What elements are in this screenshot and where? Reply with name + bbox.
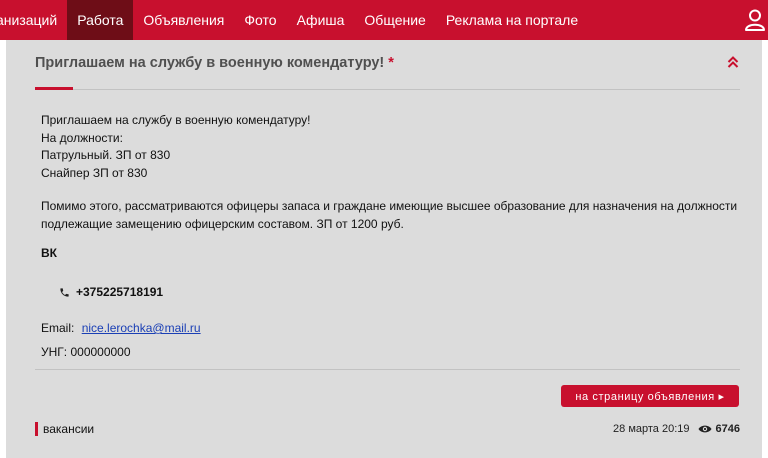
- body-line: Снайпер ЗП от 830: [41, 165, 148, 180]
- page-title: Приглашаем на службу в военную комендату…: [35, 55, 394, 71]
- email-label: Email:: [41, 321, 75, 335]
- post-date: 28 марта 20:19: [613, 423, 690, 435]
- post-meta: 28 марта 20:19 6746: [613, 423, 740, 435]
- body-line: Приглашаем на службу в военную комендату…: [41, 113, 311, 127]
- body-line: На должности:: [41, 130, 123, 145]
- unp-row: УНГ: 000000000: [41, 344, 746, 362]
- title-accent-bar: [35, 87, 73, 90]
- email-link[interactable]: nice.lerochka@mail.ru: [82, 321, 201, 335]
- announcement-card: Приглашаем на службу в военную комендату…: [6, 40, 762, 458]
- footer-divider: [35, 369, 740, 370]
- phone-number[interactable]: +375225718191: [76, 284, 163, 302]
- body-line: Помимо этого, рассматриваются офицеры за…: [41, 199, 738, 213]
- body-line: Патрульный. ЗП от 830: [41, 148, 171, 162]
- phone-icon: [60, 288, 69, 297]
- nav-item-organizations[interactable]: анизаций: [0, 0, 67, 40]
- go-to-announcement-button[interactable]: на страницу объявления ▸: [561, 385, 739, 407]
- nav-item-work[interactable]: Работа: [67, 0, 134, 40]
- views-counter: 6746: [698, 423, 740, 435]
- category-tag[interactable]: вакансии: [35, 422, 94, 436]
- user-icon[interactable]: [744, 8, 766, 32]
- email-row: Email: nice.lerochka@mail.ru: [41, 320, 746, 338]
- body-line: подлежащие замещению офицерским составом…: [41, 216, 404, 231]
- top-nav: анизаций Работа Объявления Фото Афиша Об…: [0, 0, 768, 40]
- announcement-body: Приглашаем на службу в военную комендату…: [41, 112, 746, 361]
- nav-item-advertising[interactable]: Реклама на портале: [436, 0, 588, 40]
- unp-label: УНГ:: [41, 344, 68, 359]
- required-mark: *: [388, 55, 394, 71]
- nav-item-events[interactable]: Афиша: [287, 0, 355, 40]
- title-divider: [35, 89, 740, 90]
- views-count: 6746: [715, 423, 740, 435]
- title-text: Приглашаем на службу в военную комендату…: [35, 55, 385, 71]
- unp-value: 000000000: [70, 344, 131, 359]
- chevron-up-double-icon[interactable]: [727, 55, 739, 69]
- eye-icon: [698, 425, 712, 433]
- nav-item-social[interactable]: Общение: [354, 0, 435, 40]
- vk-label: ВК: [41, 246, 57, 260]
- nav-item-photo[interactable]: Фото: [234, 0, 286, 40]
- nav-item-ads[interactable]: Объявления: [133, 0, 234, 40]
- phone-row: +375225718191: [59, 284, 746, 302]
